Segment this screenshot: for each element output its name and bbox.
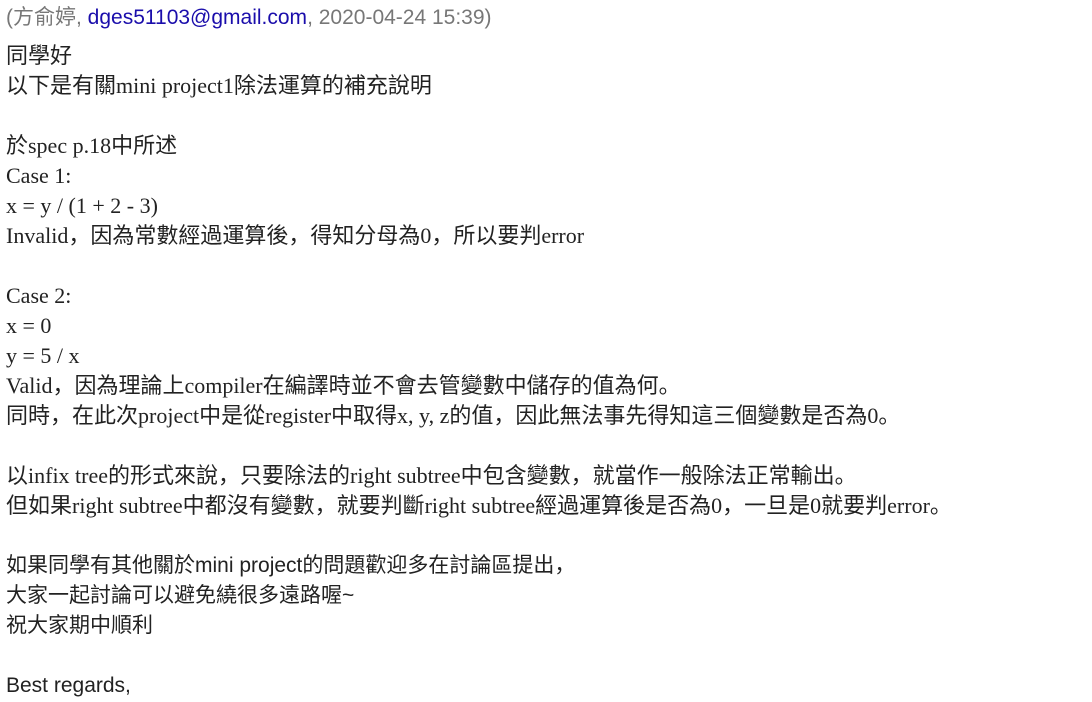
meta-separator: , [307, 6, 319, 29]
case1-title: Case 1: [6, 163, 72, 188]
meta-separator: , [76, 6, 88, 29]
sender-name: 方俞婷 [13, 6, 76, 29]
spec-reference: 於spec p.18中所述 [6, 133, 178, 158]
meta-open-paren: ( [6, 6, 13, 29]
message-body: 同學好 以下是有關mini project1除法運算的補充說明 於spec p.… [6, 41, 1090, 701]
intro-line: 以下是有關mini project1除法運算的補充說明 [6, 73, 432, 98]
case1-expression: x = y / (1 + 2 - 3) [6, 193, 158, 218]
infix-rule-2: 但如果right subtree中都沒有變數，就要判斷right subtree… [6, 493, 952, 518]
case1-explanation: Invalid，因為常數經過運算後，得知分母為0，所以要判error [6, 223, 585, 248]
message-datetime: 2020-04-24 15:39 [318, 6, 485, 29]
meta-close-paren: ) [484, 6, 492, 29]
closing-line-1: 如果同學有其他關於mini project的問題歡迎多在討論區提出， [6, 554, 576, 577]
signoff: Best regards, [6, 674, 131, 697]
case2-expression-2: y = 5 / x [6, 343, 80, 368]
message-meta: (方俞婷, dges51103@gmail.com, 2020-04-24 15… [6, 1, 492, 31]
closing-line-3: 祝大家期中順利 [6, 614, 153, 637]
case2-explanation-1: Valid，因為理論上compiler在編譯時並不會去管變數中儲存的值為何。 [6, 373, 681, 398]
case2-explanation-2: 同時，在此次project中是從register中取得x, y, z的值，因此無… [6, 403, 901, 428]
sender-email-link[interactable]: dges51103@gmail.com [88, 6, 307, 29]
case2-expression-1: x = 0 [6, 313, 52, 338]
closing-line-2: 大家一起討論可以避免繞很多遠路喔~ [6, 584, 355, 607]
case2-title: Case 2: [6, 283, 72, 308]
greeting: 同學好 [6, 43, 73, 68]
infix-rule-1: 以infix tree的形式來說，只要除法的right subtree中包含變數… [6, 463, 857, 488]
